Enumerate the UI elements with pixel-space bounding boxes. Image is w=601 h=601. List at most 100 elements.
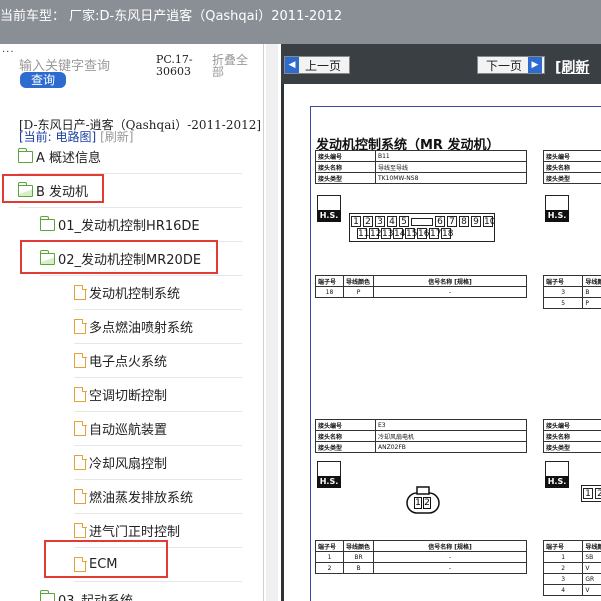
tree-item-label: 空调切断控制 bbox=[89, 389, 168, 404]
table-cell: 1 bbox=[315, 551, 344, 563]
arrow-right-icon: ▶ bbox=[528, 57, 543, 73]
tree-item-engine[interactable]: B 发动机 bbox=[17, 174, 242, 208]
app-window: 当前车型： 厂家:D-东风日产逍客（Qashqai）2011-2012 ... … bbox=[0, 0, 601, 601]
document-icon bbox=[74, 420, 87, 436]
pin: 17 bbox=[429, 228, 442, 239]
document-icon bbox=[74, 352, 87, 368]
tree-item-ignition-system[interactable]: 电子点火系统 bbox=[74, 344, 242, 378]
pin: 2 bbox=[423, 497, 431, 509]
connector-right-table-1: 接头编号 接头名称 接头类型 bbox=[543, 150, 601, 184]
hs-label: H.S. bbox=[317, 210, 341, 222]
table-cell: 冷却风扇电机 bbox=[375, 430, 527, 442]
table-header: 端子号 bbox=[542, 540, 584, 552]
tree-item-engine-control-system[interactable]: 发动机控制系统 bbox=[74, 276, 242, 310]
pin: 15 bbox=[405, 228, 418, 239]
table-cell: P bbox=[582, 297, 601, 309]
pin: 10 bbox=[483, 216, 496, 227]
table-cell: - bbox=[373, 286, 527, 298]
table-cell: 2 bbox=[315, 562, 344, 574]
table-cell: 接头编号 bbox=[315, 419, 376, 431]
tree-item-label: 进气门正时控制 bbox=[89, 525, 181, 540]
table-cell: 18 bbox=[315, 286, 344, 298]
vehicle-model-title: 当前车型： 厂家:D-东风日产逍客（Qashqai）2011-2012 bbox=[0, 9, 343, 24]
table-header: 导线颜色 bbox=[343, 540, 374, 552]
terminal-table-b11: 端子号 导线颜色 信号名称 [规格] 18 P - bbox=[315, 275, 527, 298]
tree-item-label: 发动机控制系统 bbox=[89, 287, 181, 302]
pin: 5 bbox=[399, 216, 409, 227]
table-header: 端子号 bbox=[315, 540, 344, 552]
pc-version-label: PC.17-30603 bbox=[156, 53, 193, 78]
tree-item-ac-cut-control[interactable]: 空调切断控制 bbox=[74, 378, 242, 412]
connector-latch bbox=[411, 218, 433, 226]
pin: 2 bbox=[363, 216, 373, 227]
pin: 16 bbox=[417, 228, 430, 239]
pin: 14 bbox=[393, 228, 406, 239]
connector-e3-pins: 1 2 bbox=[414, 497, 431, 509]
pin: 18 bbox=[441, 228, 454, 239]
tree-item-label: 自动巡航装置 bbox=[89, 423, 168, 438]
collapse-all-link[interactable]: 折叠全部 bbox=[212, 54, 252, 78]
document-icon bbox=[74, 318, 87, 334]
table-cell: B11 bbox=[375, 150, 527, 162]
left-panel-scrollbar[interactable] bbox=[266, 44, 278, 601]
table-cell: BR bbox=[343, 551, 374, 563]
next-page-button[interactable]: 下一页 ▶ bbox=[477, 56, 545, 74]
table-cell: 接头编号 bbox=[315, 150, 376, 162]
folder-icon bbox=[17, 147, 33, 163]
tree-item-overview[interactable]: A 概述信息 bbox=[17, 140, 242, 174]
pin: 7 bbox=[447, 216, 457, 227]
table-header: 导线颜色 bbox=[582, 540, 601, 552]
table-cell: ANZ02FB bbox=[375, 441, 527, 453]
table-cell: 导线至导线 bbox=[375, 161, 527, 173]
hs-connector-icon: H.S. bbox=[545, 195, 569, 223]
arrow-left-icon: ◀ bbox=[285, 57, 299, 73]
table-cell: 接头类型 bbox=[315, 172, 376, 184]
connector-right-pinout: 1 2 bbox=[581, 485, 601, 502]
table-cell: 接头名称 bbox=[315, 161, 376, 173]
connector-b11-pinout: 1 2 3 4 5 6 7 8 9 10 11 12 13 14 15 16 1… bbox=[349, 213, 495, 242]
document-icon bbox=[74, 522, 87, 538]
tree-item-label: B 发动机 bbox=[36, 185, 89, 200]
tree-item-ecm[interactable]: ECM bbox=[74, 548, 242, 582]
tree-item-evap-emission-system[interactable]: 燃油蒸发排放系统 bbox=[74, 480, 242, 514]
table-cell: - bbox=[373, 562, 527, 574]
pin: 8 bbox=[459, 216, 469, 227]
document-icon bbox=[74, 284, 87, 300]
tree-item-valve-timing-control[interactable]: 进气门正时控制 bbox=[74, 514, 242, 548]
document-icon bbox=[74, 454, 87, 470]
hs-connector-icon: H.S. bbox=[317, 461, 341, 489]
tree-item-starting-system[interactable]: 03_起动系统 bbox=[39, 582, 242, 601]
tree-item-engine-control-hr16de[interactable]: 01_发动机控制HR16DE bbox=[39, 208, 242, 242]
table-cell: P bbox=[343, 286, 374, 298]
hs-connector-icon: H.S. bbox=[545, 461, 569, 489]
hs-connector-icon: H.S. bbox=[317, 195, 341, 223]
table-cell: 接头名称 bbox=[543, 161, 601, 173]
connector-e3-table: 接头编号 E3 接头名称 冷却风扇电机 接头类型 ANZ02FB bbox=[315, 419, 527, 453]
query-button[interactable]: 查询 bbox=[20, 72, 66, 88]
tree-item-label: 01_发动机控制HR16DE bbox=[58, 219, 200, 234]
table-cell: 2 bbox=[542, 562, 584, 574]
document-viewer: ◀ 上一页 下一页 ▶ [刷新 发动机控制系统（MR 发动机） 接头编号 B11 … bbox=[281, 44, 601, 601]
pin: 13 bbox=[381, 228, 394, 239]
pin: 1 bbox=[351, 216, 361, 227]
left-nav-panel: ... 查询 PC.17-30603 折叠全部 [D-东风日产-逍客（Qashq… bbox=[0, 44, 263, 601]
previous-page-button[interactable]: ◀ 上一页 bbox=[284, 56, 350, 74]
table-cell: B bbox=[343, 562, 374, 574]
document-icon bbox=[74, 386, 87, 402]
tree-item-label: 多点燃油喷射系统 bbox=[89, 321, 194, 336]
tree-item-mfi-system[interactable]: 多点燃油喷射系统 bbox=[74, 310, 242, 344]
document-icon bbox=[74, 556, 87, 572]
connector-right-table-2: 接头编号 接头名称 接头类型 bbox=[543, 419, 601, 453]
table-header: 导线颜色 bbox=[343, 275, 374, 287]
tree-item-cruise-control[interactable]: 自动巡航装置 bbox=[74, 412, 242, 446]
tree-item-cooling-fan-control[interactable]: 冷却风扇控制 bbox=[74, 446, 242, 480]
table-header: 导线颜色 bbox=[582, 275, 601, 287]
table-cell: 接头名称 bbox=[543, 430, 601, 442]
viewer-toolbar: ◀ 上一页 下一页 ▶ [刷新 bbox=[281, 44, 601, 84]
table-cell: 接头名称 bbox=[315, 430, 376, 442]
table-cell: 接头编号 bbox=[543, 150, 601, 162]
page-canvas: 发动机控制系统（MR 发动机） 接头编号 B11 接头名称 导线至导线 接头类型 TK… bbox=[281, 84, 601, 601]
hs-label: H.S. bbox=[317, 476, 341, 488]
tree-item-engine-control-mr20de[interactable]: 02_发动机控制MR20DE bbox=[39, 242, 242, 276]
refresh-page-link[interactable]: [刷新 bbox=[555, 57, 589, 77]
